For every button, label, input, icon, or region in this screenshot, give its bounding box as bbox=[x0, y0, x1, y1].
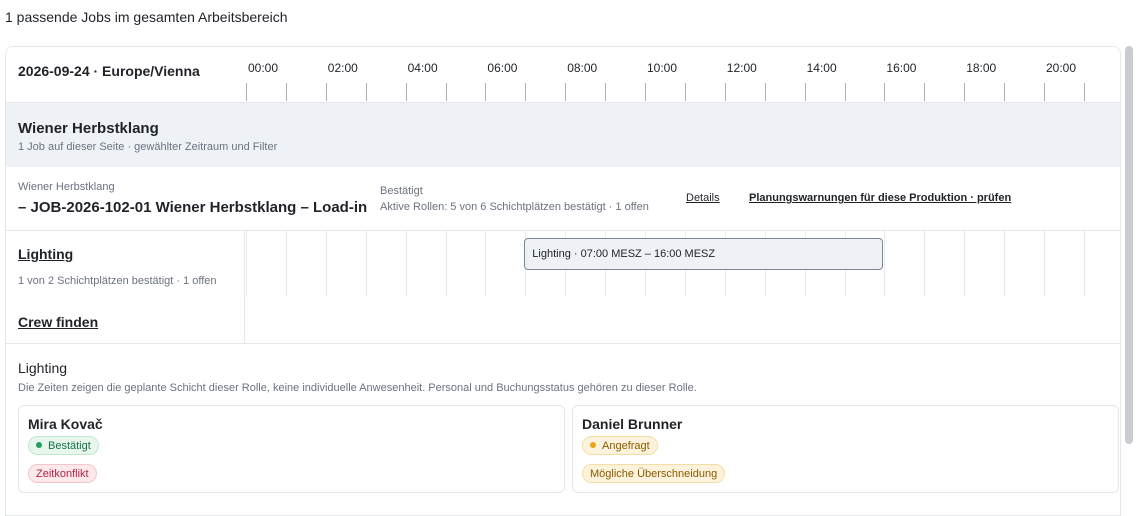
hour-tick bbox=[605, 83, 607, 101]
hour-tick bbox=[924, 83, 926, 101]
role-name-link[interactable]: Lighting bbox=[18, 246, 73, 262]
warning-badge: Zeitkonflikt bbox=[28, 464, 97, 483]
hour-label: 10:00 bbox=[647, 61, 678, 75]
hour-tick bbox=[365, 83, 367, 101]
hour-label: 14:00 bbox=[806, 61, 837, 75]
find-crew-link[interactable]: Crew finden bbox=[18, 314, 98, 330]
hour-tick bbox=[565, 83, 567, 101]
hour-tick bbox=[246, 83, 247, 101]
grid-line bbox=[485, 231, 487, 296]
hour-tick bbox=[964, 83, 966, 101]
role-row: Lighting 1 von 2 Schichtplätzen bestätig… bbox=[6, 231, 1120, 344]
grid-line bbox=[924, 231, 926, 296]
person-name: Mira Kovač bbox=[28, 416, 103, 432]
grid-line bbox=[884, 231, 886, 296]
hour-tick bbox=[804, 83, 806, 101]
vertical-scrollbar[interactable] bbox=[1125, 46, 1133, 444]
grid-line bbox=[445, 231, 447, 296]
hour-tick bbox=[285, 83, 287, 101]
hour-label: 04:00 bbox=[407, 61, 438, 75]
hour-label: 12:00 bbox=[726, 61, 757, 75]
hour-tick bbox=[844, 83, 846, 101]
status-badge: Bestätigt bbox=[28, 436, 99, 455]
person-name: Daniel Brunner bbox=[582, 416, 683, 432]
job-status: Bestätigt bbox=[380, 185, 423, 197]
hour-label: 08:00 bbox=[567, 61, 598, 75]
hour-tick bbox=[645, 83, 646, 101]
hour-label: 00:00 bbox=[248, 61, 279, 75]
hour-tick bbox=[405, 83, 407, 101]
production-subtitle: 1 Job auf dieser Seite · gewählter Zeitr… bbox=[18, 141, 278, 153]
role-status: 1 von 2 Schichtplätzen bestätigt · 1 off… bbox=[18, 275, 217, 287]
hour-tick bbox=[884, 83, 886, 101]
grid-line bbox=[1004, 231, 1006, 296]
role-info: Lighting 1 von 2 Schichtplätzen bestätig… bbox=[6, 231, 245, 344]
hour-label: 02:00 bbox=[327, 61, 358, 75]
hour-tick bbox=[684, 83, 686, 101]
timeline-header: 2026-09-24 · Europe/Vienna 00:00 02:00 04:… bbox=[6, 47, 1120, 103]
grid-line bbox=[365, 231, 367, 296]
person-card[interactable]: Mira Kovač Bestätigt Zeitkonflikt bbox=[18, 405, 565, 493]
grid-line bbox=[964, 231, 966, 296]
hour-tick bbox=[1044, 83, 1045, 101]
hour-tick bbox=[485, 83, 487, 101]
grid-line bbox=[285, 231, 287, 296]
hour-label: 06:00 bbox=[487, 61, 518, 75]
status-badge: Angefragt bbox=[582, 436, 658, 455]
details-link[interactable]: Details bbox=[686, 192, 720, 204]
warning-badge: Mögliche Überschneidung bbox=[582, 464, 726, 483]
hour-label: 16:00 bbox=[886, 61, 917, 75]
hour-label: 20:00 bbox=[1046, 61, 1077, 75]
detail-title: Lighting bbox=[18, 360, 68, 376]
detail-note: Die Zeiten zeigen die geplante Schicht d… bbox=[18, 382, 697, 394]
result-count: 1 passende Jobs im gesamten Arbeitsberei… bbox=[5, 9, 288, 25]
hour-tick bbox=[724, 83, 726, 101]
job-row: Wiener Herbstklang – JOB-2026-102-01 Wie… bbox=[6, 167, 1120, 231]
job-title: – JOB-2026-102-01 Wiener Herbstklang – L… bbox=[18, 199, 368, 216]
hour-tick bbox=[325, 83, 327, 101]
production-header: Wiener Herbstklang 1 Job auf dieser Seit… bbox=[6, 103, 1120, 167]
job-production-name: Wiener Herbstklang bbox=[18, 181, 115, 193]
planning-warnings-link[interactable]: Planungswarnungen für diese Produktion ·… bbox=[749, 192, 1011, 204]
grid-line bbox=[1083, 231, 1085, 296]
hour-label: 18:00 bbox=[966, 61, 997, 75]
hour-tick bbox=[764, 83, 766, 101]
status-dot-icon bbox=[36, 442, 42, 448]
hour-tick bbox=[1083, 83, 1085, 101]
job-roles-summary: Aktive Rollen: 5 von 6 Schichtplätzen be… bbox=[380, 201, 649, 213]
role-detail: Lighting Die Zeiten zeigen die geplante … bbox=[6, 344, 1120, 509]
shift-bar[interactable]: Lighting · 07:00 MESZ – 16:00 MESZ bbox=[524, 238, 884, 270]
grid-line bbox=[246, 231, 247, 296]
grid-line bbox=[325, 231, 327, 296]
hour-tick bbox=[445, 83, 447, 101]
hour-tick bbox=[1004, 83, 1006, 101]
grid-line bbox=[405, 231, 407, 296]
timeline-board: 2026-09-24 · Europe/Vienna 00:00 02:00 04:… bbox=[5, 46, 1121, 516]
status-dot-icon bbox=[590, 442, 596, 448]
hour-tick bbox=[525, 83, 527, 101]
production-title: Wiener Herbstklang bbox=[18, 120, 159, 137]
date-timezone: 2026-09-24 · Europe/Vienna bbox=[18, 63, 200, 79]
person-card[interactable]: Daniel Brunner Angefragt Mögliche Übersc… bbox=[572, 405, 1119, 493]
grid-line bbox=[1044, 231, 1045, 296]
